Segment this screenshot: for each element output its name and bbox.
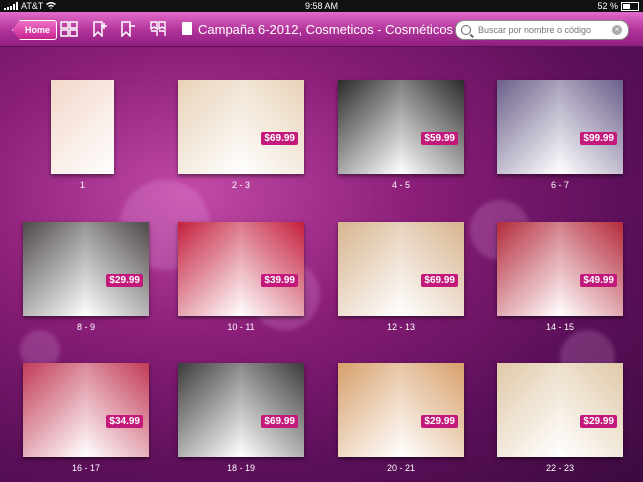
nav-bar: Home Campaña 6-2012, Cosmeticos - Cosmét… [0,12,643,47]
status-bar: AT&T 9:58 AM 52 % [0,0,643,12]
page-image [86,363,149,457]
page-image [560,363,623,457]
page-image [241,80,304,174]
page-image [51,80,114,174]
catalog-page-thumbnail[interactable]: $59.99 [338,80,464,174]
page-image [497,222,560,316]
price-tag: $29.99 [580,415,617,428]
price-tag: $29.99 [421,415,458,428]
price-tag: $59.99 [421,132,458,145]
page-number-label: 22 - 23 [545,463,575,473]
price-tag: $49.99 [580,274,617,287]
page-number-label: 10 - 11 [227,322,255,332]
page-image [497,80,560,174]
catalog-page-thumbnail[interactable]: $69.99 [178,363,304,457]
page-image [178,222,241,316]
page-image [338,80,401,174]
search-bar[interactable]: × [455,20,629,40]
clock: 9:58 AM [304,1,339,11]
catalog-page-thumbnail[interactable] [51,80,114,174]
bookmarks-list-icon[interactable] [150,21,166,37]
catalog-page-thumbnail[interactable]: $34.99 [23,363,149,457]
page-number-label: 20 - 21 [386,463,416,473]
battery-icon [621,1,639,11]
catalog-page-thumbnail[interactable]: $99.99 [497,80,623,174]
catalog-page-thumbnail[interactable]: $29.99 [338,363,464,457]
search-input[interactable] [476,24,610,36]
price-tag: $69.99 [261,415,298,428]
page-number-label: 4 - 5 [391,180,410,190]
catalog-page-thumbnail[interactable]: $69.99 [338,222,464,316]
add-bookmark-icon[interactable] [92,21,108,38]
page-image [560,222,623,316]
page-image [338,363,401,457]
price-tag: $39.99 [261,274,298,287]
price-tag: $34.99 [106,415,143,428]
search-icon [461,25,471,35]
page-image [23,363,86,457]
battery-info: 52 % [597,1,639,11]
page-image [178,80,241,174]
catalog-page-thumbnail[interactable]: $49.99 [497,222,623,316]
page-image [401,363,464,457]
catalog-icon [182,22,192,35]
page-image [86,222,149,316]
price-tag: $69.99 [421,274,458,287]
home-button[interactable]: Home [12,20,58,40]
page-number-label: 1 [79,180,85,190]
clear-search-icon[interactable]: × [612,25,622,35]
catalog-page-thumbnail[interactable]: $29.99 [497,363,623,457]
page-image [241,222,304,316]
page-image [560,80,623,174]
catalog-page-thumbnail[interactable]: $29.99 [23,222,149,316]
page-image [497,363,560,457]
page-number-label: 14 - 15 [545,322,575,332]
page-image [338,222,401,316]
page-number-label: 8 - 9 [76,322,95,332]
page-image [23,222,86,316]
page-number-label: 12 - 13 [386,322,416,332]
page-number-label: 6 - 7 [550,180,569,190]
page-number-label: 16 - 17 [71,463,101,473]
catalog-page-thumbnail[interactable]: $69.99 [178,80,304,174]
price-tag: $69.99 [261,132,298,145]
page-title: Campaña 6-2012, Cosmeticos - Cosméticos [198,22,454,37]
page-number-label: 2 - 3 [231,180,250,190]
page-image [401,80,464,174]
page-image [401,222,464,316]
grid-view-icon[interactable] [60,21,78,37]
price-tag: $99.99 [580,132,617,145]
page-number-label: 18 - 19 [226,463,256,473]
battery-percent: 52 % [597,1,618,11]
price-tag: $29.99 [106,274,143,287]
catalog-page-thumbnail[interactable]: $39.99 [178,222,304,316]
remove-bookmark-icon[interactable] [120,21,136,38]
page-image [178,363,241,457]
page-image [241,363,304,457]
